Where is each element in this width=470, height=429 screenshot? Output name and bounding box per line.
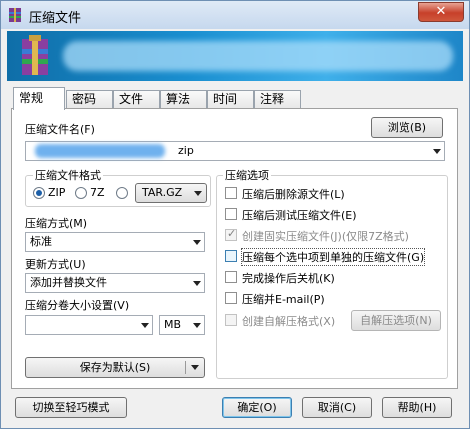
split-size-combo[interactable] [25, 315, 153, 335]
tab-algorithm[interactable]: 算法 [160, 90, 207, 109]
format-radio-zip[interactable] [33, 187, 45, 199]
options-group-title: 压缩选项 [223, 167, 271, 183]
save-default-button[interactable]: 保存为默认(S) [25, 357, 205, 378]
tab-time[interactable]: 时间 [207, 90, 254, 109]
format-targz-select[interactable]: TAR.GZ [135, 183, 207, 203]
chevron-down-icon [193, 323, 201, 328]
checkbox [225, 227, 237, 241]
sfx-options-button: 自解压选项(N) [351, 310, 441, 331]
method-label: 压缩方式(M) [25, 217, 88, 230]
browse-button[interactable]: 浏览(B) [371, 117, 443, 138]
chevron-down-icon [194, 191, 202, 196]
window-title: 压缩文件 [29, 11, 82, 26]
checkbox[interactable] [225, 292, 237, 304]
format-radio-7z[interactable] [75, 187, 87, 199]
checkbox[interactable] [225, 271, 237, 283]
header-banner [7, 31, 463, 81]
banner-blurred-text [63, 41, 453, 71]
checkbox[interactable] [225, 187, 237, 199]
update-mode-label: 更新方式(U) [25, 258, 86, 271]
tab-general[interactable]: 常规 [13, 87, 65, 110]
method-select[interactable]: 标准 [25, 232, 205, 252]
split-size-label: 压缩分卷大小设置(V) [25, 299, 130, 312]
cancel-button[interactable]: 取消(C) [302, 397, 372, 418]
title-bar[interactable]: 压缩文件 ✕ [1, 1, 469, 29]
archive-name-blurred [35, 144, 165, 158]
ok-button[interactable]: 确定(O) [222, 397, 292, 418]
format-zip-label: ZIP [48, 186, 66, 199]
help-button[interactable]: 帮助(H) [382, 397, 452, 418]
winrar-logo-icon [22, 35, 48, 75]
chevron-down-icon[interactable] [191, 365, 199, 370]
archive-name-label: 压缩文件名(F) [25, 123, 95, 136]
chevron-down-icon [141, 323, 149, 328]
checkbox[interactable] [225, 250, 237, 262]
format-group-title: 压缩文件格式 [33, 167, 103, 183]
chevron-down-icon[interactable] [433, 149, 441, 154]
lite-mode-button[interactable]: 切换至轻巧模式 [15, 397, 127, 418]
close-button[interactable]: ✕ [418, 2, 464, 22]
update-mode-select[interactable]: 添加并替换文件 [25, 273, 205, 293]
tab-files[interactable]: 文件 [113, 90, 160, 109]
chevron-down-icon [193, 240, 201, 245]
archive-name-value: zip [178, 144, 194, 157]
tab-password[interactable]: 密码 [66, 90, 113, 109]
split-divider [185, 361, 186, 374]
format-radio-targz[interactable] [116, 187, 128, 199]
winrar-app-icon [9, 8, 21, 22]
checkbox [225, 314, 237, 326]
compress-dialog: 压缩文件 ✕ 常规 密码 文件 算法 时间 注释 压缩文件名(F) 浏览(B) … [0, 0, 470, 429]
checkbox[interactable] [225, 208, 237, 220]
close-icon: ✕ [435, 4, 447, 19]
tab-comment[interactable]: 注释 [254, 90, 301, 109]
split-unit-select[interactable]: MB [159, 315, 205, 335]
chevron-down-icon [193, 281, 201, 286]
format-7z-label: 7Z [90, 186, 105, 199]
